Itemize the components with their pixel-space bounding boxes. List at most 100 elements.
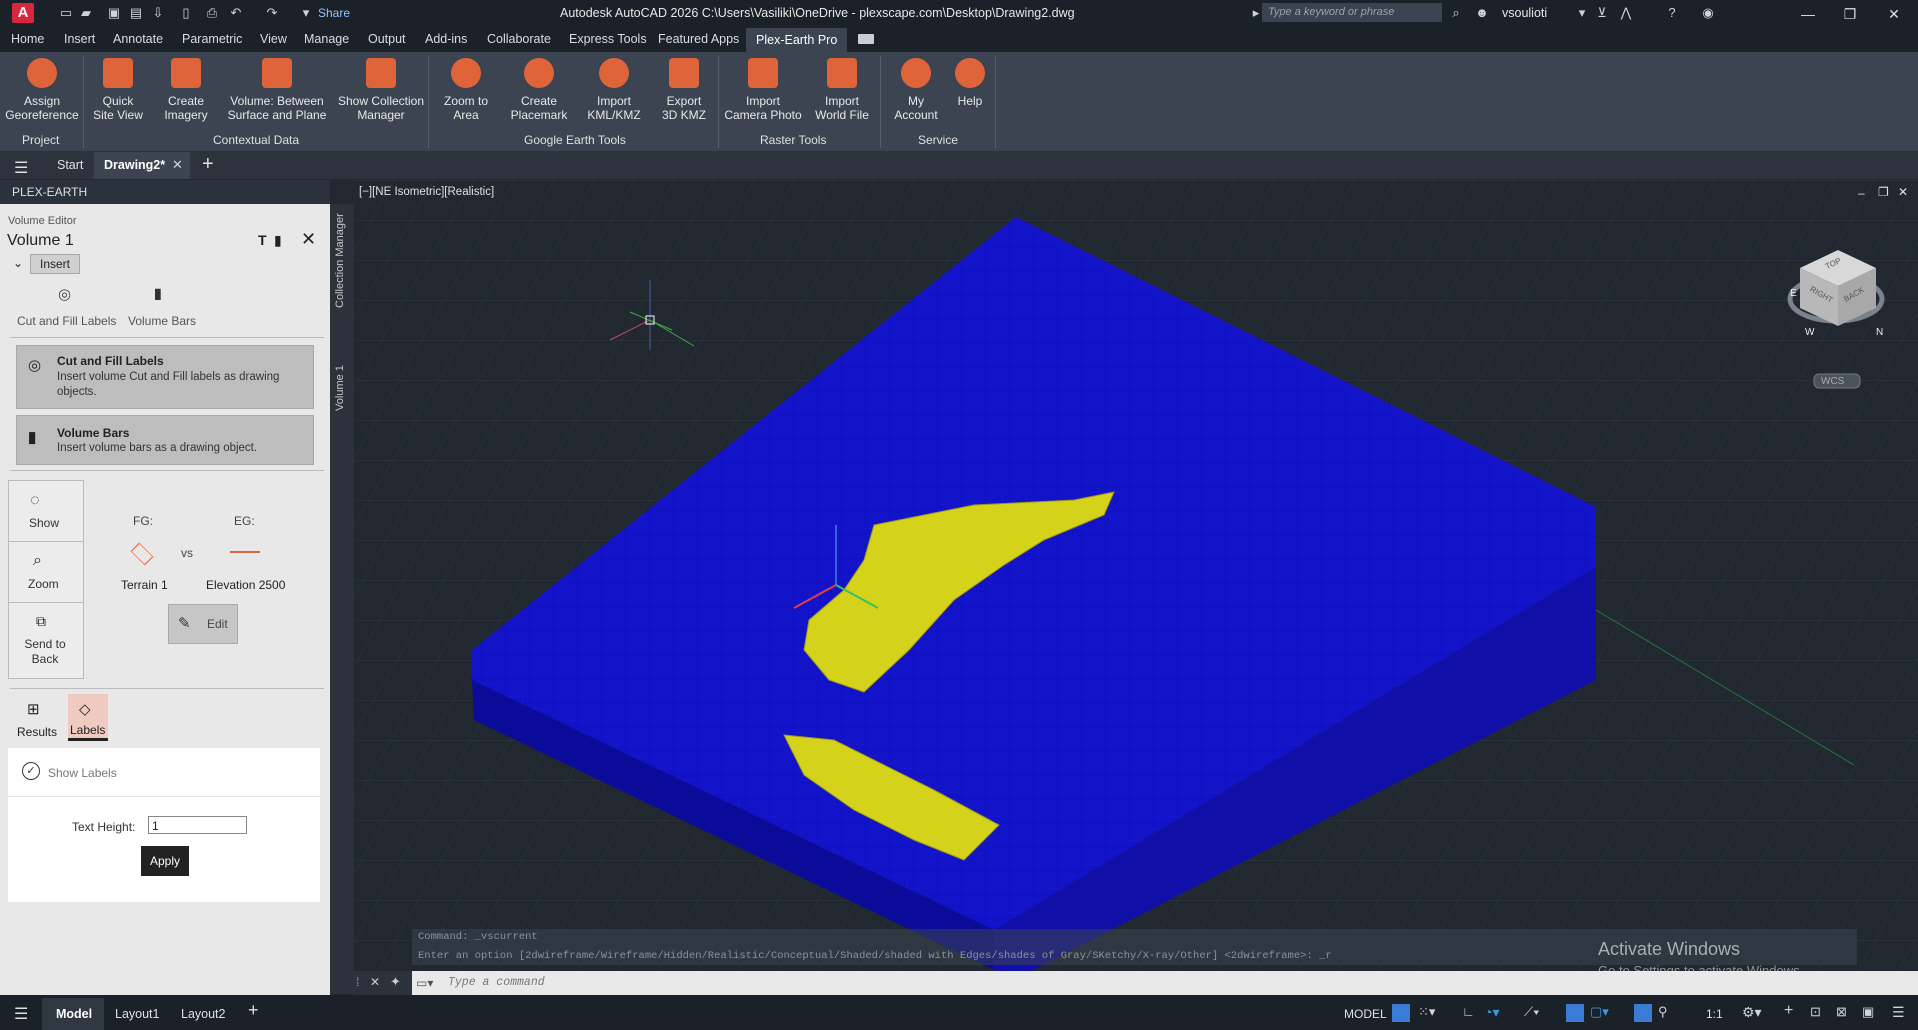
- volume-1-vtab[interactable]: Volume 1: [334, 358, 350, 418]
- command-prompt-icon[interactable]: ▭▾: [416, 976, 433, 990]
- assign-georeference-button[interactable]: Assign Georeference: [2, 58, 82, 122]
- show-labels-checkbox[interactable]: ✓: [22, 762, 40, 780]
- app-menu-button[interactable]: A: [12, 3, 34, 23]
- cloud-icon[interactable]: ◉: [1700, 5, 1716, 21]
- workspace-gear-icon[interactable]: ⚙▾: [1742, 1004, 1762, 1021]
- ribbon-toggle-icon[interactable]: [858, 34, 874, 44]
- tab-parametric[interactable]: Parametric: [182, 32, 242, 46]
- viewport-close-icon[interactable]: ✕: [1898, 185, 1908, 199]
- model-tab[interactable]: Model: [56, 1007, 92, 1021]
- viewport-maximize-icon[interactable]: ❐: [1878, 185, 1889, 199]
- tab-view[interactable]: View: [260, 32, 287, 46]
- tab-home[interactable]: Home: [11, 32, 44, 46]
- units-icon[interactable]: ⊡: [1810, 1004, 1821, 1020]
- tab-output[interactable]: Output: [368, 32, 406, 46]
- tab-add-ins[interactable]: Add-ins: [425, 32, 467, 46]
- collection-manager-vtab[interactable]: Collection Manager: [334, 213, 350, 308]
- import-world-file-button[interactable]: Import World File: [808, 58, 876, 122]
- tab-plex-earth-pro[interactable]: Plex-Earth Pro: [746, 28, 848, 52]
- restore-button[interactable]: ❐: [1830, 2, 1870, 26]
- isolate-objects-icon[interactable]: ⊠: [1836, 1004, 1847, 1020]
- tab-manage[interactable]: Manage: [304, 32, 349, 46]
- save-icon[interactable]: ▣: [106, 5, 122, 21]
- user-dropdown-icon[interactable]: ▾: [1574, 5, 1590, 21]
- send-to-back-button[interactable]: Send to Back: [18, 637, 72, 667]
- redo-icon[interactable]: ↷: [264, 5, 280, 21]
- undo-icon[interactable]: ↶: [228, 5, 244, 21]
- close-panel-icon[interactable]: ✕: [301, 229, 316, 250]
- layout1-tab[interactable]: Layout1: [115, 1007, 159, 1021]
- close-tab-icon[interactable]: ✕: [172, 157, 183, 173]
- open-web-icon[interactable]: ▯: [178, 5, 194, 21]
- import-kml-button[interactable]: Import KML/KMZ: [582, 58, 646, 122]
- viewport-minimize-icon[interactable]: –: [1858, 186, 1865, 200]
- minimize-button[interactable]: —: [1788, 2, 1828, 26]
- viewport-label[interactable]: [−][NE Isometric][Realistic]: [359, 186, 494, 198]
- delete-icon[interactable]: ▮: [274, 232, 282, 249]
- isodraft-icon[interactable]: ⟋▾: [1524, 1004, 1539, 1020]
- snap-icon[interactable]: ⁙▾: [1418, 1004, 1435, 1020]
- volume-bars-item[interactable]: Volume Bars: [128, 314, 196, 328]
- apply-button[interactable]: Apply: [141, 846, 189, 876]
- collapse-chevron-icon[interactable]: ⌄: [13, 256, 23, 270]
- annotation-monitor-icon[interactable]: +: [1784, 1002, 1793, 1020]
- grid-toggle-icon[interactable]: [1392, 1004, 1410, 1022]
- save-as-icon[interactable]: ▤: [128, 5, 144, 21]
- customize-wrench-icon[interactable]: ✦: [390, 974, 401, 990]
- grip-handle-icon[interactable]: ⁞: [356, 975, 359, 989]
- autodesk-icon[interactable]: ⋀: [1618, 5, 1634, 21]
- annotation-scale[interactable]: 1:1: [1706, 1007, 1723, 1021]
- text-height-input[interactable]: 1: [148, 816, 247, 834]
- add-layout-icon[interactable]: +: [248, 1000, 259, 1021]
- create-placemark-button[interactable]: Create Placemark: [504, 58, 574, 122]
- annotation-visibility-icon[interactable]: [1634, 1004, 1652, 1022]
- ortho-icon[interactable]: ∟: [1462, 1004, 1475, 1019]
- close-command-icon[interactable]: ✕: [370, 975, 380, 989]
- my-account-button[interactable]: My Account: [888, 58, 944, 122]
- text-tool-icon[interactable]: T: [258, 232, 267, 248]
- volume-between-button[interactable]: Volume: Between Surface and Plane: [222, 58, 332, 122]
- plot-icon[interactable]: ⎙: [204, 5, 220, 21]
- tab-featured-apps[interactable]: Featured Apps: [658, 32, 739, 46]
- labels-tab[interactable]: Labels: [70, 723, 105, 737]
- username-label[interactable]: vsoulioti: [1502, 6, 1547, 20]
- new-tab-plus-icon[interactable]: +: [202, 153, 214, 176]
- new-file-icon[interactable]: ▭: [58, 5, 74, 21]
- layouts-menu-icon[interactable]: ☰: [14, 1004, 28, 1024]
- tab-express-tools[interactable]: Express Tools: [569, 32, 647, 46]
- object-snap-tracking-icon[interactable]: [1566, 1004, 1584, 1022]
- command-input[interactable]: [412, 971, 1918, 995]
- cut-fill-labels-item[interactable]: Cut and Fill Labels: [17, 314, 116, 328]
- tab-collaborate[interactable]: Collaborate: [487, 32, 551, 46]
- annotation-scale-icon[interactable]: ⚲: [1658, 1004, 1668, 1020]
- customization-menu-icon[interactable]: ☰: [1892, 1004, 1905, 1021]
- show-collection-manager-button[interactable]: Show Collection Manager: [334, 58, 428, 122]
- drawing-viewport[interactable]: [354, 180, 1918, 995]
- drawing-tab[interactable]: Drawing2*: [104, 158, 165, 172]
- layout2-tab[interactable]: Layout2: [181, 1007, 225, 1021]
- tab-annotate[interactable]: Annotate: [113, 32, 163, 46]
- hamburger-menu-icon[interactable]: ☰: [14, 158, 28, 178]
- insert-tab[interactable]: Insert: [30, 254, 80, 274]
- show-button[interactable]: Show: [29, 516, 59, 530]
- panel-label-raster-tools[interactable]: Raster Tools: [760, 133, 826, 147]
- results-tab[interactable]: Results: [17, 725, 57, 739]
- quick-site-view-button[interactable]: Quick Site View: [86, 58, 150, 122]
- close-button[interactable]: ✕: [1874, 2, 1914, 26]
- tab-insert[interactable]: Insert: [64, 32, 95, 46]
- export-3d-kmz-button[interactable]: Export 3D KMZ: [654, 58, 714, 122]
- web-save-icon[interactable]: ⇩: [150, 5, 166, 21]
- create-imagery-button[interactable]: Create Imagery: [154, 58, 218, 122]
- search-icon[interactable]: ⌕: [1448, 5, 1464, 21]
- volume-bars-card[interactable]: [16, 415, 314, 465]
- help-button[interactable]: Help: [950, 58, 990, 108]
- search-input[interactable]: Type a keyword or phrase: [1262, 3, 1442, 22]
- open-folder-icon[interactable]: ▰: [78, 5, 94, 21]
- customize-dropdown-icon[interactable]: ▾: [298, 5, 314, 21]
- polar-icon[interactable]: ◔▾: [1484, 1004, 1499, 1021]
- cart-icon[interactable]: ⊻: [1594, 5, 1610, 21]
- user-icon[interactable]: ☻: [1474, 5, 1490, 21]
- clean-screen-icon[interactable]: ▣: [1862, 1004, 1874, 1020]
- start-tab[interactable]: Start: [57, 158, 83, 172]
- zoom-to-area-button[interactable]: Zoom to Area: [436, 58, 496, 122]
